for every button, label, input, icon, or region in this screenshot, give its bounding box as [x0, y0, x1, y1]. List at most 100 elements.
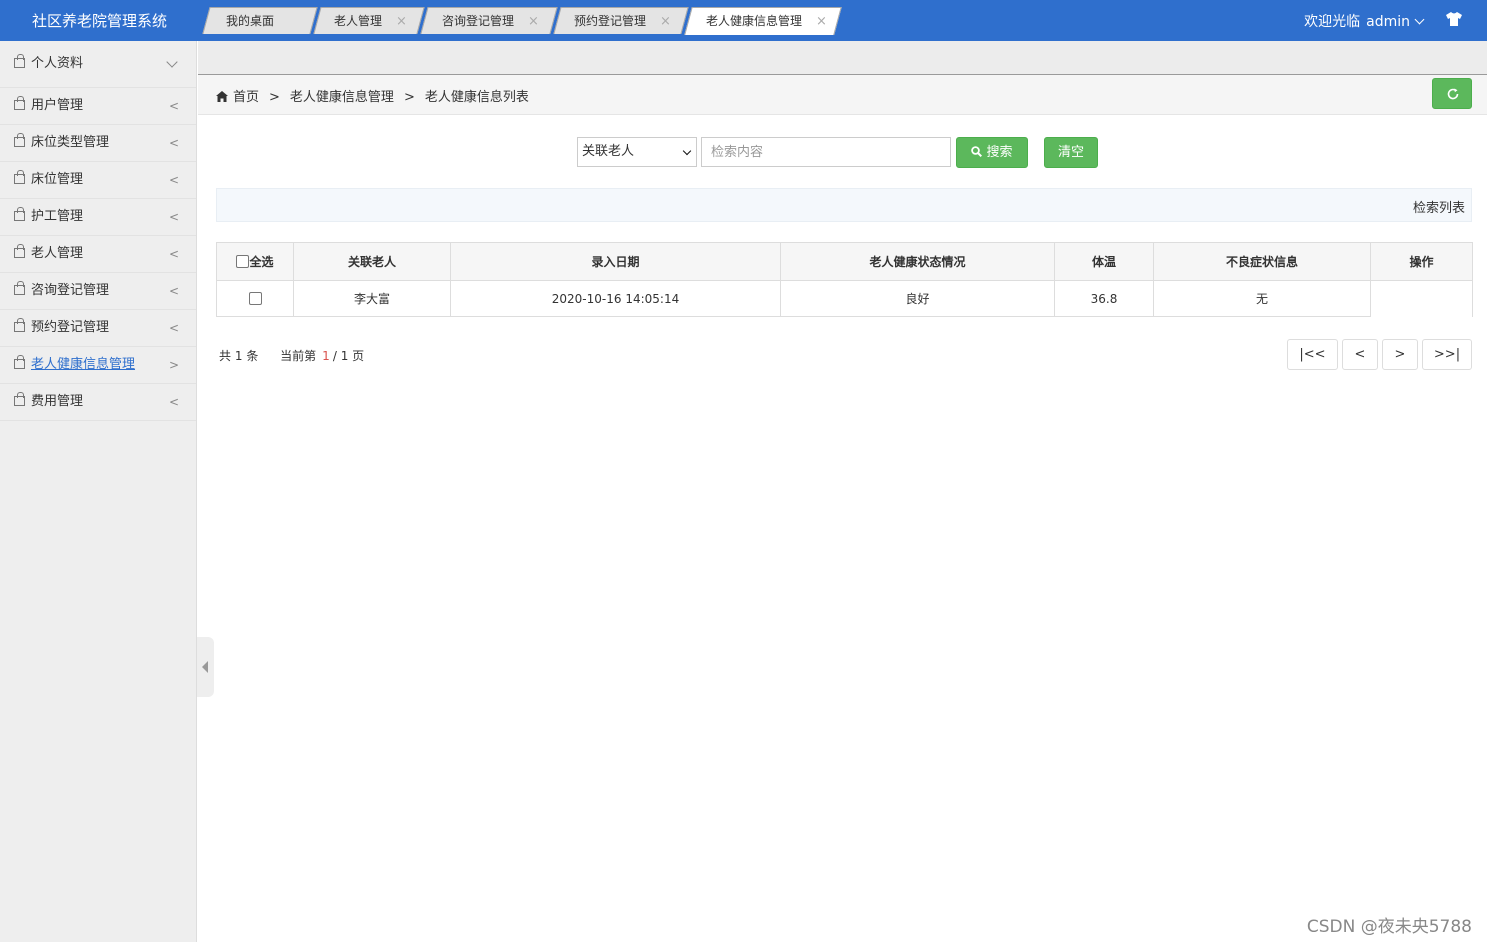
bag-icon — [14, 133, 25, 147]
user-menu[interactable]: 欢迎光临 admin — [1304, 11, 1425, 31]
chevron-down-icon — [166, 56, 178, 68]
breadcrumb-level1[interactable]: 老人健康信息管理 — [290, 90, 394, 105]
column-header: 体温 — [1054, 242, 1154, 281]
chevron-down-icon[interactable] — [1414, 14, 1425, 25]
last-page-button[interactable]: >>| — [1422, 339, 1472, 370]
chevron-right-icon: > — [168, 358, 179, 372]
cell-elder: 李大富 — [293, 280, 451, 317]
sidebar-item-beds[interactable]: 床位管理 < — [0, 162, 196, 199]
sidebar-collapse-toggle[interactable] — [197, 637, 214, 697]
row-checkbox[interactable] — [248, 291, 262, 305]
search-button[interactable]: 搜索 — [956, 137, 1028, 168]
tab-bar — [198, 41, 1487, 75]
close-icon[interactable]: × — [816, 14, 827, 29]
sidebar-item-label: 费用管理 — [31, 394, 84, 409]
cell-temperature: 36.8 — [1054, 280, 1154, 317]
chevron-left-icon: < — [168, 395, 179, 409]
tab-desktop[interactable]: 我的桌面 — [226, 7, 274, 34]
bag-icon — [14, 244, 25, 258]
sidebar-item-label: 预约登记管理 — [31, 320, 110, 335]
sidebar-item-label: 老人管理 — [31, 246, 84, 261]
chevron-left-icon: < — [168, 136, 179, 150]
row-select-cell[interactable] — [216, 280, 294, 317]
prev-page-button[interactable]: < — [1342, 339, 1378, 370]
sidebar-item-consultations[interactable]: 咨询登记管理 < — [0, 273, 196, 310]
breadcrumb: 首页 > 老人健康信息管理 > 老人健康信息列表 — [216, 86, 529, 105]
list-title-bar: 检索列表 — [216, 188, 1472, 222]
username[interactable]: admin — [1366, 14, 1410, 30]
sidebar-item-health-info[interactable]: 老人健康信息管理 > — [0, 347, 196, 384]
bag-icon — [14, 281, 25, 295]
column-header: 老人健康状态情况 — [780, 242, 1055, 281]
first-page-button[interactable]: |<< — [1287, 339, 1338, 370]
sidebar-item-label: 床位类型管理 — [31, 135, 110, 150]
tab-label: 我的桌面 — [226, 14, 275, 28]
breadcrumb-home[interactable]: 首页 — [233, 90, 259, 105]
chevron-left-icon: < — [168, 99, 179, 113]
select-all-header[interactable]: 全选 — [216, 242, 294, 281]
select-all-label: 全选 — [249, 255, 274, 269]
clear-button-label: 清空 — [1057, 145, 1084, 160]
page-slash: / — [332, 349, 337, 363]
clear-button[interactable]: 清空 — [1044, 137, 1098, 168]
sidebar-item-profile[interactable]: 个人资料 — [0, 41, 196, 88]
chevron-left-icon: < — [168, 321, 179, 335]
sidebar-item-caregivers[interactable]: 护工管理 < — [0, 199, 196, 236]
cell-actions — [1370, 280, 1473, 317]
breadcrumb-separator: > — [269, 90, 280, 105]
sidebar-item-users[interactable]: 用户管理 < — [0, 88, 196, 125]
sidebar-item-label: 床位管理 — [31, 172, 84, 187]
bag-icon — [14, 392, 25, 406]
pages-suffix: 页 — [352, 349, 365, 363]
tab-appointments[interactable]: 预约登记管理 × — [574, 7, 671, 34]
cell-status: 良好 — [780, 280, 1055, 317]
cell-date: 2020-10-16 14:05:14 — [450, 280, 781, 317]
tab-health-info[interactable]: 老人健康信息管理 × — [706, 7, 827, 34]
bag-icon — [14, 355, 25, 369]
bag-icon — [14, 207, 25, 221]
sidebar-item-label: 个人资料 — [31, 56, 84, 71]
column-header: 操作 — [1370, 242, 1473, 281]
sidebar-item-label: 用户管理 — [31, 98, 84, 113]
total-suffix: 条 — [246, 349, 259, 363]
watermark: CSDN @夜未央5788 — [1306, 917, 1472, 937]
close-icon[interactable]: × — [660, 14, 671, 29]
chevron-left-icon: < — [168, 247, 179, 261]
tab-label: 预约登记管理 — [574, 14, 647, 28]
tab-label: 咨询登记管理 — [442, 14, 515, 28]
breadcrumb-bar: 首页 > 老人健康信息管理 > 老人健康信息列表 — [198, 75, 1487, 115]
search-icon — [971, 146, 983, 157]
search-input[interactable] — [701, 137, 951, 167]
close-icon[interactable]: × — [396, 14, 407, 29]
sidebar-item-appointments[interactable]: 预约登记管理 < — [0, 310, 196, 347]
refresh-button[interactable] — [1432, 78, 1472, 109]
refresh-icon — [1447, 88, 1459, 100]
cell-symptoms: 无 — [1153, 280, 1371, 317]
tab-consultations[interactable]: 咨询登记管理 × — [442, 7, 539, 34]
select-all-checkbox[interactable] — [236, 255, 250, 268]
tab-elders[interactable]: 老人管理 × — [334, 7, 407, 34]
sidebar-item-fees[interactable]: 费用管理 < — [0, 384, 196, 421]
sidebar-item-label: 护工管理 — [31, 209, 84, 224]
list-title: 检索列表 — [1412, 201, 1465, 216]
chevron-left-icon: < — [168, 284, 179, 298]
sidebar-item-label[interactable]: 老人健康信息管理 — [31, 356, 135, 374]
skin-shirt-icon[interactable] — [1445, 11, 1463, 27]
breadcrumb-separator: > — [403, 90, 415, 105]
tab-label: 老人管理 — [334, 14, 383, 28]
next-page-button[interactable]: > — [1382, 339, 1418, 370]
search-field-selected: 关联老人 — [582, 144, 635, 159]
bag-icon — [14, 54, 25, 68]
breadcrumb-level2: 老人健康信息列表 — [424, 90, 529, 105]
chevron-down-icon — [682, 146, 692, 156]
bag-icon — [14, 96, 25, 110]
close-icon[interactable]: × — [528, 14, 539, 29]
sidebar-item-elders[interactable]: 老人管理 < — [0, 236, 196, 273]
sidebar-item-bed-types[interactable]: 床位类型管理 < — [0, 125, 196, 162]
total-count: 1 — [234, 349, 243, 363]
chevron-left-icon: < — [168, 210, 179, 224]
total-prefix: 共 — [219, 349, 232, 363]
search-field-select[interactable]: 关联老人 — [577, 137, 697, 167]
app-title: 社区养老院管理系统 — [32, 12, 168, 30]
column-header: 录入日期 — [450, 242, 781, 281]
